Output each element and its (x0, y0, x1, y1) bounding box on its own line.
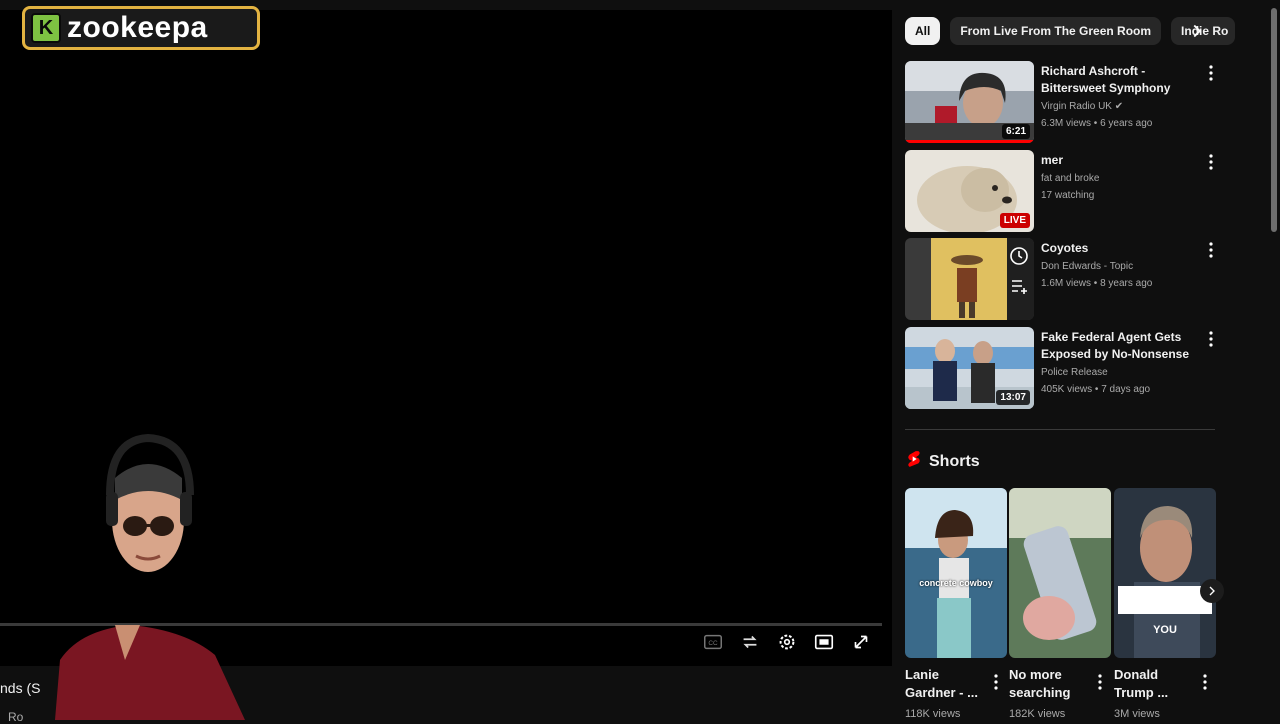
recommendation-item[interactable]: Coyotes Don Edwards - Topic 1.6M views •… (905, 238, 1220, 320)
recommendation-item[interactable]: LIVE mer fat and broke 17 watching (905, 150, 1220, 232)
watch-later-icon[interactable] (1009, 246, 1029, 271)
short-views: 182K views (1009, 708, 1066, 720)
video-title[interactable]: Coyotes (1041, 240, 1201, 257)
video-meta: 17 watching (1041, 190, 1095, 201)
chevron-right-icon[interactable] (1186, 20, 1208, 42)
shorts-title: Shorts (929, 452, 980, 470)
add-to-queue-icon[interactable] (1009, 276, 1029, 301)
recommendation-item[interactable]: 13:07 Fake Federal Agent Gets Exposed by… (905, 327, 1220, 409)
miniplayer-icon[interactable] (813, 631, 835, 653)
short-views: 118K views (905, 708, 961, 720)
more-options-icon[interactable] (1097, 674, 1103, 690)
video-title[interactable]: Fake Federal Agent Gets Exposed by No-No… (1041, 329, 1201, 363)
video-title[interactable]: Richard Ashcroft - Bittersweet Symphony … (1041, 63, 1201, 97)
channel-name[interactable]: Virgin Radio UK ✔ (1041, 99, 1201, 114)
duration-badge: 13:07 (996, 390, 1030, 405)
fullscreen-icon[interactable] (850, 631, 872, 653)
short-title[interactable]: No more searching f... (1009, 666, 1089, 702)
recommendation-item[interactable]: 6:21 Richard Ashcroft - Bittersweet Symp… (905, 61, 1220, 143)
loop-icon[interactable] (739, 631, 761, 653)
short-title[interactable]: Lanie Gardner - ... (905, 666, 985, 702)
more-options-icon[interactable] (993, 674, 999, 690)
live-badge: LIVE (999, 213, 1030, 228)
short-thumbnail[interactable] (1009, 488, 1111, 658)
scrollbar[interactable] (1271, 8, 1277, 232)
short-thumbnail[interactable]: YOU (1114, 488, 1216, 658)
streamer-logo: K zookeepa (22, 6, 260, 50)
more-options-icon[interactable] (1208, 65, 1214, 81)
short-item[interactable]: No more searching f... 182K views (1009, 488, 1111, 720)
channel-name[interactable]: Police Release (1041, 365, 1201, 380)
chip-green-room[interactable]: From Live From The Green Room (950, 17, 1162, 45)
short-overlay-text: YOU (1153, 624, 1177, 636)
chip-all[interactable]: All (905, 17, 941, 45)
shorts-icon (907, 450, 921, 473)
video-meta: 1.6M views • 8 years ago (1041, 278, 1153, 289)
short-thumbnail[interactable]: concrete cowboy (905, 488, 1007, 658)
chevron-right-icon (1209, 586, 1215, 596)
channel-name[interactable]: fat and broke (1041, 171, 1201, 186)
short-item[interactable]: YOU Donald Trump ... 3M views (1114, 488, 1216, 720)
video-title-partial: nds (S (0, 680, 41, 696)
video-thumbnail[interactable] (905, 238, 1034, 320)
shorts-header: Shorts (907, 450, 980, 473)
webcam-overlay (55, 433, 245, 720)
settings-icon[interactable] (776, 631, 798, 653)
video-meta: 405K views • 7 days ago (1041, 384, 1151, 395)
more-options-icon[interactable] (1208, 154, 1214, 170)
more-options-icon[interactable] (1208, 242, 1214, 258)
channel-name[interactable]: Don Edwards - Topic (1041, 259, 1201, 274)
duration-badge: 6:21 (1001, 124, 1030, 139)
video-thumbnail[interactable]: LIVE (905, 150, 1034, 232)
shorts-next-button[interactable] (1200, 579, 1224, 603)
subtitles-icon[interactable]: CC (702, 631, 724, 653)
video-thumbnail[interactable]: 6:21 (905, 61, 1034, 143)
video-title[interactable]: mer (1041, 152, 1201, 169)
more-options-icon[interactable] (1208, 331, 1214, 347)
section-divider (905, 429, 1215, 430)
more-options-icon[interactable] (1202, 674, 1208, 690)
video-meta: 6.3M views • 6 years ago (1041, 118, 1153, 129)
short-views: 3M views (1114, 708, 1160, 720)
short-title[interactable]: Donald Trump ... (1114, 666, 1194, 702)
short-overlay-text: concrete cowboy (919, 578, 993, 588)
svg-text:CC: CC (708, 640, 718, 647)
short-item[interactable]: concrete cowboy Lanie Gardner - ... 118K… (905, 488, 1007, 720)
logo-k-badge: K (31, 13, 61, 43)
logo-text: zookeepa (67, 11, 208, 44)
video-thumbnail[interactable]: 13:07 (905, 327, 1034, 409)
channel-name-partial: Ro (8, 710, 24, 724)
verified-icon: ✔ (1114, 101, 1124, 112)
